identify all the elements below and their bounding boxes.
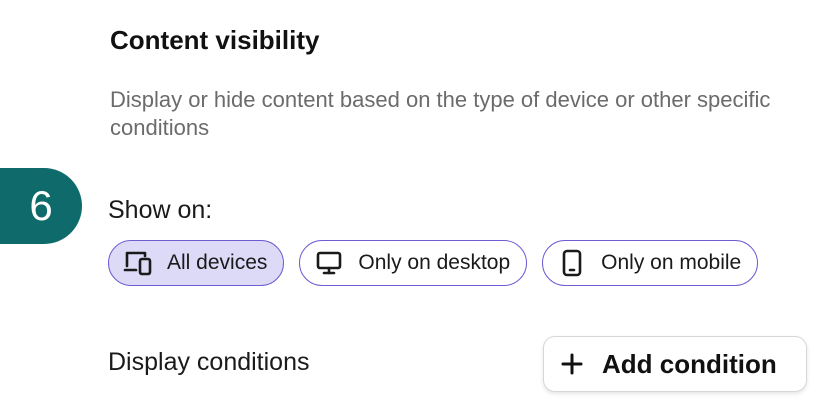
all-devices-option[interactable]: All devices xyxy=(108,240,285,286)
add-condition-label: Add condition xyxy=(602,348,777,379)
only-on-mobile-option[interactable]: Only on mobile xyxy=(542,240,759,286)
show-on-label: Show on: xyxy=(108,196,213,224)
devices-icon xyxy=(123,248,153,278)
step-number-badge: 6 xyxy=(0,168,82,244)
desktop-icon xyxy=(314,248,344,278)
display-conditions-label: Display conditions xyxy=(108,348,310,376)
all-devices-label: All devices xyxy=(167,251,268,274)
section-description: Display or hide content based on the typ… xyxy=(110,87,771,140)
mobile-icon xyxy=(557,248,587,278)
add-condition-button[interactable]: Add condition xyxy=(543,336,807,392)
only-on-mobile-label: Only on mobile xyxy=(601,251,742,274)
only-on-desktop-label: Only on desktop xyxy=(358,251,511,274)
plus-icon xyxy=(560,352,584,376)
only-on-desktop-option[interactable]: Only on desktop xyxy=(299,240,528,286)
section-title: Content visibility xyxy=(110,25,320,55)
device-options-group: All devices Only on desktop Only on mobi… xyxy=(108,240,759,286)
